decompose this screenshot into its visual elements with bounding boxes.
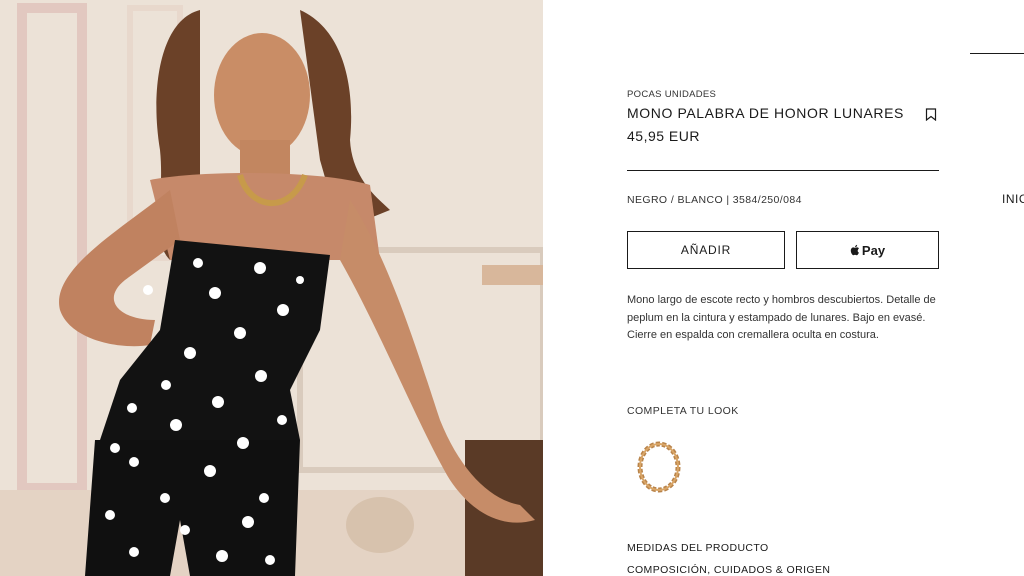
- divider: [627, 170, 939, 171]
- header-rule: [970, 53, 1024, 54]
- pay-label: Pay: [861, 242, 886, 258]
- apple-icon: [850, 244, 859, 256]
- stock-badge: POCAS UNIDADES: [627, 89, 717, 100]
- side-nav-link[interactable]: INIC: [1002, 192, 1024, 206]
- bookmark-icon[interactable]: [925, 108, 937, 121]
- necklace-thumbnail-icon[interactable]: [633, 438, 685, 496]
- composition-care-link[interactable]: COMPOSICIÓN, CUIDADOS & ORIGEN: [627, 564, 830, 576]
- apple-pay-button[interactable]: Pay: [796, 231, 939, 269]
- product-photo[interactable]: [0, 0, 543, 576]
- product-title: MONO PALABRA DE HONOR LUNARES: [627, 105, 904, 121]
- model-image: [0, 0, 543, 576]
- complete-look-heading: COMPLETA TU LOOK: [627, 405, 739, 417]
- product-measures-link[interactable]: MEDIDAS DEL PRODUCTO: [627, 542, 769, 554]
- product-description: Mono largo de escote recto y hombros des…: [627, 294, 936, 341]
- color-reference[interactable]: NEGRO / BLANCO | 3584/250/084: [627, 194, 802, 206]
- add-to-cart-button[interactable]: AÑADIR: [627, 231, 785, 269]
- product-price: 45,95 EUR: [627, 128, 700, 144]
